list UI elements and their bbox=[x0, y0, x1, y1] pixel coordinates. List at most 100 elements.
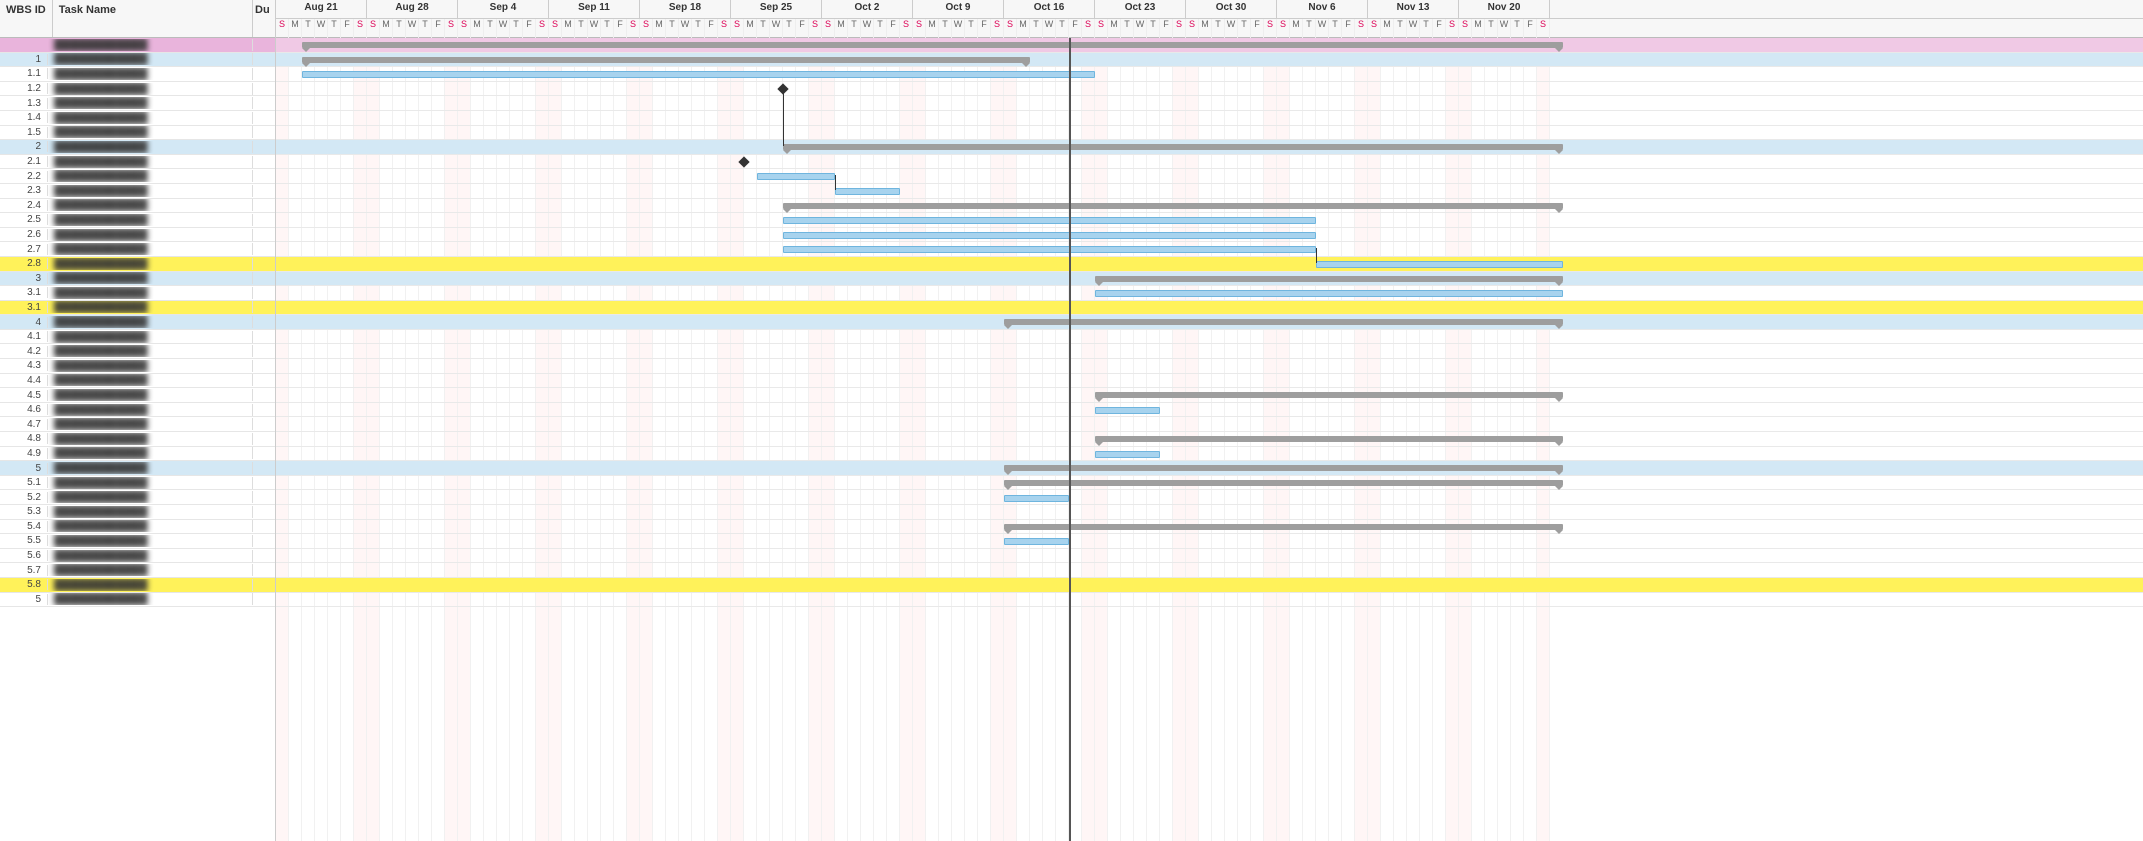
task-row[interactable]: 2.3████████████ bbox=[0, 184, 275, 199]
summary-bar[interactable] bbox=[1004, 524, 1563, 530]
task-row[interactable]: 1.3████████████ bbox=[0, 96, 275, 111]
task-row[interactable]: 4.1████████████ bbox=[0, 330, 275, 345]
task-row[interactable]: 5.4████████████ bbox=[0, 520, 275, 535]
summary-bar[interactable] bbox=[783, 203, 1563, 209]
task-row[interactable]: 5.3████████████ bbox=[0, 505, 275, 520]
task-bar[interactable] bbox=[1095, 290, 1563, 297]
week-header[interactable]: Aug 21 bbox=[276, 0, 367, 18]
week-header[interactable]: Sep 18 bbox=[640, 0, 731, 18]
task-row[interactable]: 1.2████████████ bbox=[0, 82, 275, 97]
day-header: T bbox=[601, 19, 614, 38]
task-row[interactable]: 2.1████████████ bbox=[0, 155, 275, 170]
task-row[interactable]: 4████████████ bbox=[0, 315, 275, 330]
wbs-cell: 1.3 bbox=[0, 98, 48, 109]
col-header-taskname[interactable]: Task Name bbox=[53, 0, 253, 37]
task-bar[interactable] bbox=[783, 217, 1316, 224]
task-rows[interactable]: ████████████1████████████1.1████████████… bbox=[0, 38, 275, 841]
week-header[interactable]: Oct 30 bbox=[1186, 0, 1277, 18]
task-row[interactable]: 2.4████████████ bbox=[0, 199, 275, 214]
summary-bar[interactable] bbox=[1095, 276, 1563, 282]
week-header[interactable]: Nov 6 bbox=[1277, 0, 1368, 18]
summary-bar[interactable] bbox=[1095, 392, 1563, 398]
task-row[interactable]: 5.2████████████ bbox=[0, 490, 275, 505]
taskname-cell: ████████████ bbox=[48, 185, 253, 197]
day-header: M bbox=[653, 19, 666, 38]
task-row[interactable]: 2.5████████████ bbox=[0, 213, 275, 228]
task-row[interactable]: 4.5████████████ bbox=[0, 388, 275, 403]
wbs-cell: 5.1 bbox=[0, 477, 48, 488]
week-header[interactable]: Oct 16 bbox=[1004, 0, 1095, 18]
week-header[interactable]: Aug 28 bbox=[367, 0, 458, 18]
summary-bar[interactable] bbox=[1004, 480, 1563, 486]
milestone-marker[interactable] bbox=[738, 156, 749, 167]
task-row[interactable]: 2.6████████████ bbox=[0, 228, 275, 243]
task-list-pane[interactable]: WBS ID Task Name Du ████████████1███████… bbox=[0, 0, 276, 841]
day-header: S bbox=[354, 19, 367, 38]
week-header[interactable]: Oct 9 bbox=[913, 0, 1004, 18]
week-header[interactable]: Sep 11 bbox=[549, 0, 640, 18]
wbs-cell: 2.5 bbox=[0, 214, 48, 225]
task-row[interactable]: 5████████████ bbox=[0, 593, 275, 608]
col-header-wbs[interactable]: WBS ID bbox=[0, 0, 53, 37]
task-row[interactable]: 1.5████████████ bbox=[0, 126, 275, 141]
gantt-bars-layer[interactable] bbox=[276, 38, 2143, 841]
week-header[interactable]: Oct 23 bbox=[1095, 0, 1186, 18]
task-row[interactable]: 4.2████████████ bbox=[0, 344, 275, 359]
day-header: T bbox=[1303, 19, 1316, 38]
task-bar[interactable] bbox=[1316, 261, 1563, 268]
day-header: S bbox=[991, 19, 1004, 38]
task-row[interactable]: ████████████ bbox=[0, 38, 275, 53]
summary-bar[interactable] bbox=[1095, 436, 1563, 442]
task-bar[interactable] bbox=[783, 232, 1316, 239]
timeline-body[interactable] bbox=[276, 38, 2143, 841]
task-bar[interactable] bbox=[1004, 495, 1069, 502]
day-header: M bbox=[1108, 19, 1121, 38]
summary-bar[interactable] bbox=[783, 144, 1563, 150]
task-bar[interactable] bbox=[835, 188, 900, 195]
task-bar[interactable] bbox=[1004, 538, 1069, 545]
summary-bar[interactable] bbox=[1004, 319, 1563, 325]
task-row[interactable]: 5.1████████████ bbox=[0, 476, 275, 491]
timeline-pane[interactable]: Aug 21Aug 28Sep 4Sep 11Sep 18Sep 25Oct 2… bbox=[276, 0, 2143, 841]
task-row[interactable]: 5.8████████████ bbox=[0, 578, 275, 593]
task-row[interactable]: 4.6████████████ bbox=[0, 403, 275, 418]
task-bar[interactable] bbox=[1095, 451, 1160, 458]
task-bar[interactable] bbox=[1095, 407, 1160, 414]
summary-bar[interactable] bbox=[1004, 465, 1563, 471]
task-row[interactable]: 5.6████████████ bbox=[0, 549, 275, 564]
task-row[interactable]: 4.7████████████ bbox=[0, 417, 275, 432]
task-row[interactable]: 2.2████████████ bbox=[0, 169, 275, 184]
task-row[interactable]: 5████████████ bbox=[0, 461, 275, 476]
task-row[interactable]: 1.4████████████ bbox=[0, 111, 275, 126]
week-header[interactable]: Sep 25 bbox=[731, 0, 822, 18]
task-row[interactable]: 2.7████████████ bbox=[0, 242, 275, 257]
task-row[interactable]: 3.1████████████ bbox=[0, 286, 275, 301]
week-header[interactable]: Sep 4 bbox=[458, 0, 549, 18]
day-header: M bbox=[926, 19, 939, 38]
task-row[interactable]: 1.1████████████ bbox=[0, 67, 275, 82]
task-bar[interactable] bbox=[302, 71, 1095, 78]
task-row[interactable]: 4.4████████████ bbox=[0, 374, 275, 389]
col-header-duration[interactable]: Du bbox=[253, 0, 275, 37]
day-header: T bbox=[939, 19, 952, 38]
week-header[interactable]: Nov 13 bbox=[1368, 0, 1459, 18]
week-header[interactable]: Nov 20 bbox=[1459, 0, 1550, 18]
summary-bar[interactable] bbox=[302, 42, 1563, 48]
task-row[interactable]: 3████████████ bbox=[0, 272, 275, 287]
task-row[interactable]: 2.8████████████ bbox=[0, 257, 275, 272]
task-row[interactable]: 1████████████ bbox=[0, 53, 275, 68]
task-bar[interactable] bbox=[757, 173, 835, 180]
task-row[interactable]: 2████████████ bbox=[0, 140, 275, 155]
task-row[interactable]: 3.1████████████ bbox=[0, 301, 275, 316]
task-row[interactable]: 5.5████████████ bbox=[0, 534, 275, 549]
day-header: T bbox=[874, 19, 887, 38]
task-row[interactable]: 4.8████████████ bbox=[0, 432, 275, 447]
week-header[interactable]: Oct 2 bbox=[822, 0, 913, 18]
task-row[interactable]: 4.3████████████ bbox=[0, 359, 275, 374]
task-row[interactable]: 5.7████████████ bbox=[0, 563, 275, 578]
task-row[interactable]: 4.9████████████ bbox=[0, 447, 275, 462]
summary-bar[interactable] bbox=[302, 57, 1030, 63]
day-header: F bbox=[1433, 19, 1446, 38]
task-bar[interactable] bbox=[783, 246, 1316, 253]
day-header: S bbox=[640, 19, 653, 38]
